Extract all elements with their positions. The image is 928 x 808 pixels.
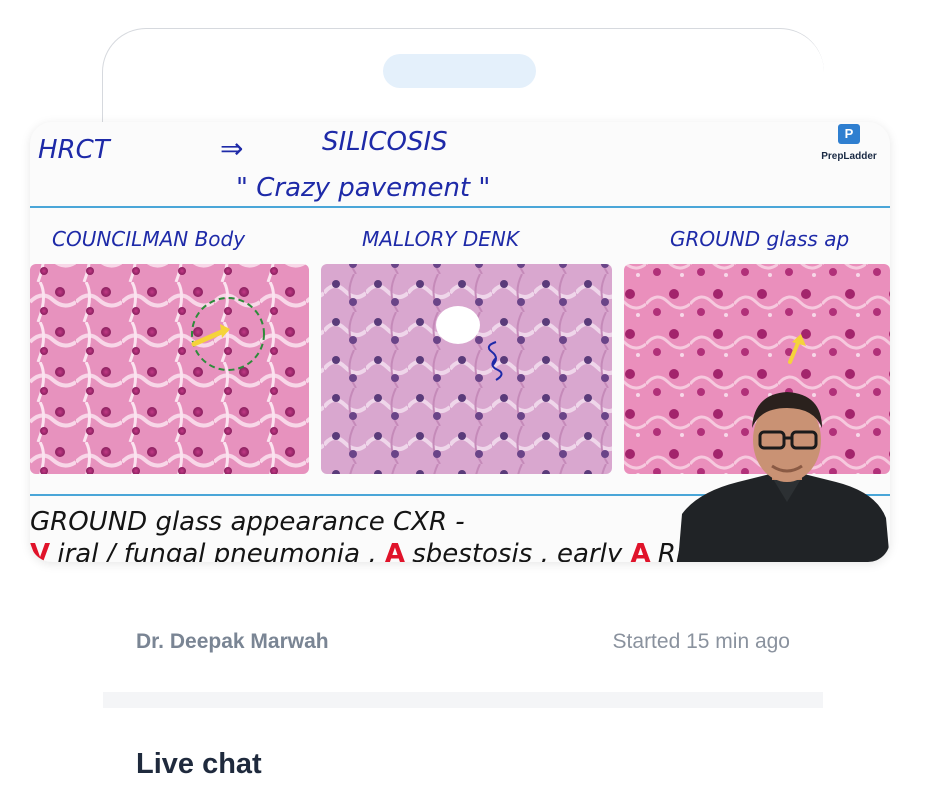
section-divider	[103, 692, 823, 708]
device-notch	[383, 54, 536, 88]
panel-label-councilman: COUNCILMAN Body	[52, 227, 246, 251]
panel-label-mallory: MALLORY DENK	[362, 227, 521, 251]
cause-initial-v: V	[30, 539, 50, 562]
histology-image-mallory-denk	[321, 264, 612, 474]
cause-initial-a2: A	[631, 539, 651, 562]
brand-name: PrepLadder	[821, 151, 877, 162]
prepladder-logo-icon: P	[838, 124, 860, 144]
board-text-silicosis: SILICOSIS	[322, 127, 448, 157]
prepladder-brand: P PrepLadder	[814, 124, 884, 164]
histology-image-councilman	[30, 264, 309, 474]
board-text-crazy-pavement: " Crazy pavement "	[236, 173, 490, 203]
board-text-causes: V iral / fungal pneumonia , A sbestosis …	[30, 538, 712, 562]
cause-text-1: iral / fungal pneumonia ,	[57, 539, 385, 562]
live-chat-title: Live chat	[136, 748, 262, 780]
board-arrow: ⇒	[220, 132, 243, 165]
instructor-name: Dr. Deepak Marwah	[136, 630, 329, 653]
whiteboard-frame: HRCT ⇒ SILICOSIS " Crazy pavement " COUN…	[30, 127, 890, 562]
panel-label-ground-glass: GROUND glass ap	[670, 227, 849, 251]
session-start-time: Started 15 min ago	[612, 630, 790, 653]
board-text-ground-glass-cxr: GROUND glass appearance CXR -	[30, 507, 465, 537]
cause-initial-a1: A	[385, 539, 405, 562]
board-text-hrct: HRCT	[38, 135, 112, 165]
cause-text-2: sbestosis , early	[412, 539, 630, 562]
session-info: Dr. Deepak Marwah Started 15 min ago	[136, 630, 790, 660]
video-player[interactable]: HRCT ⇒ SILICOSIS " Crazy pavement " COUN…	[30, 122, 890, 562]
